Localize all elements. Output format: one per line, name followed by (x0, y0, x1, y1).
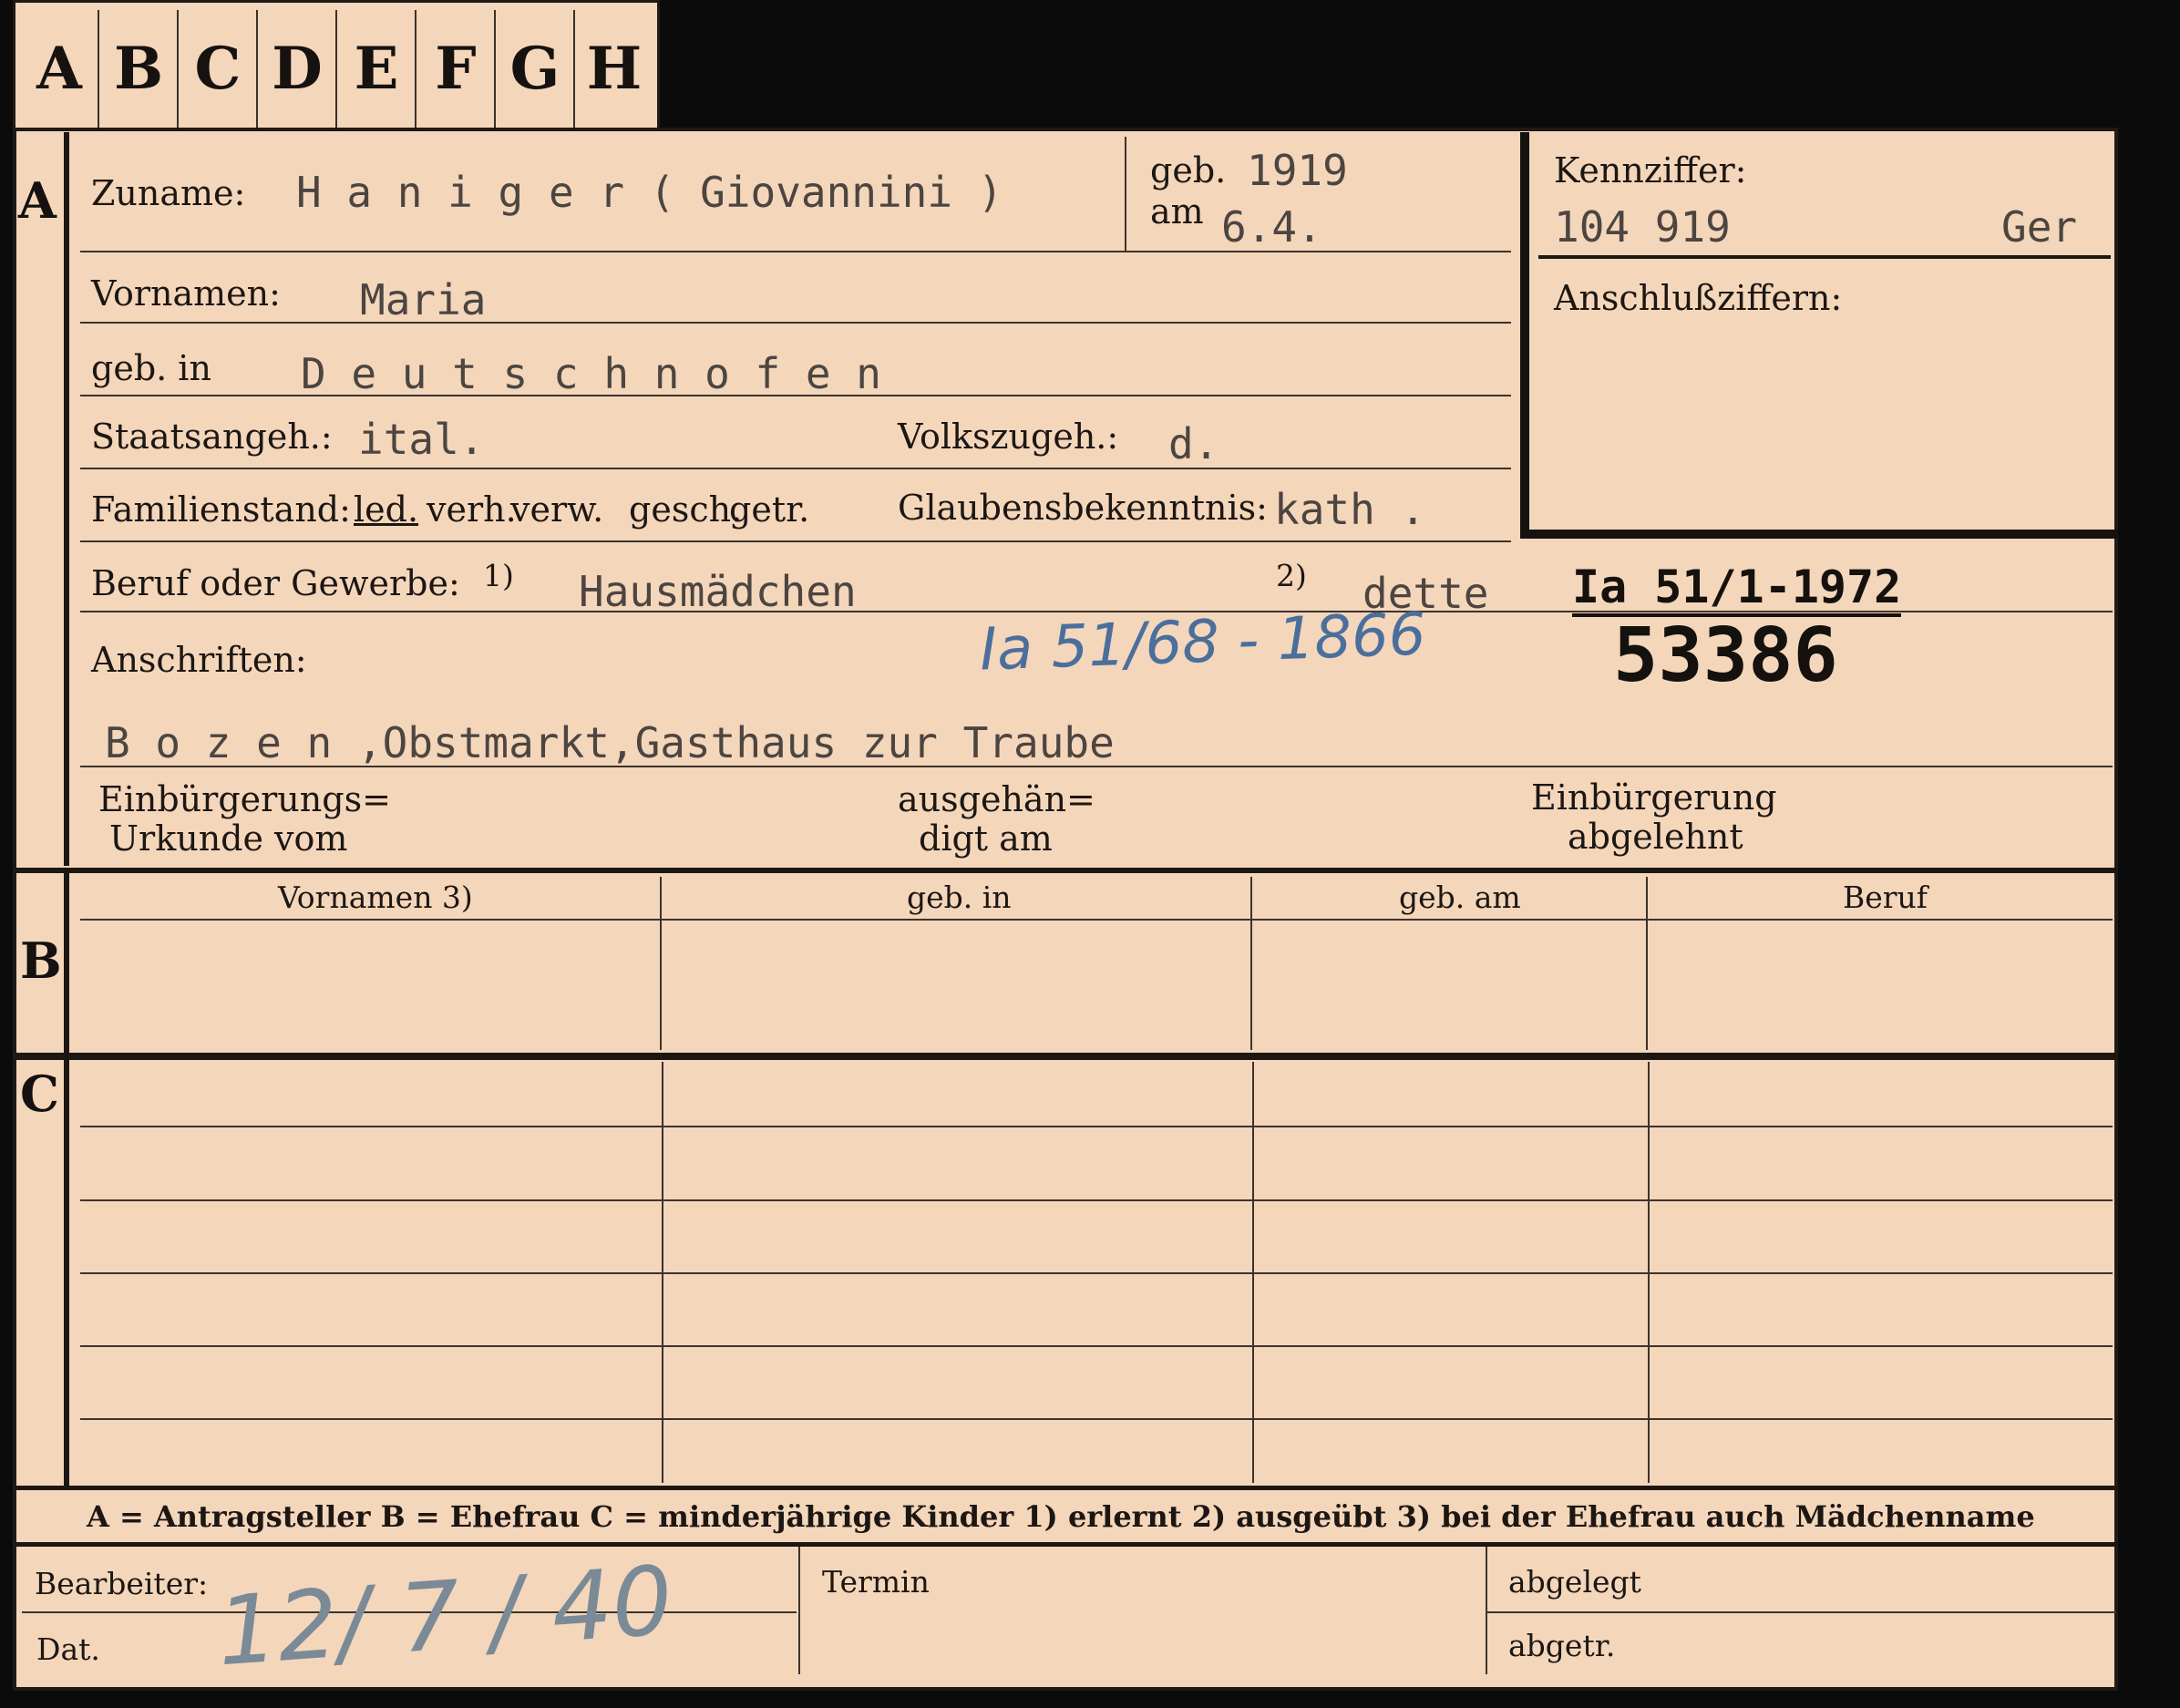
tab-a[interactable]: A (21, 10, 99, 129)
legend-top-rule (16, 1486, 2117, 1490)
rule-familien (80, 540, 1511, 542)
am-label: am (1150, 191, 1204, 232)
glauben-label: Glaubensbekenntnis: (898, 488, 1268, 528)
table-header-gebin: geb. in (907, 880, 1012, 915)
table-col-divider-b3 (1646, 877, 1648, 1050)
zuname-label: Zuname: (91, 173, 246, 213)
tab-c[interactable]: C (180, 10, 258, 129)
vornamen-label: Vornamen: (91, 273, 281, 314)
einbuergerung-urkunde-label-2: Urkunde vom (109, 818, 348, 859)
tab-b[interactable]: B (100, 10, 179, 129)
section-label-c: C (20, 1065, 59, 1123)
register-number-stamp: 53386 (1613, 612, 1838, 699)
am-value: 6.4. (1221, 202, 1322, 252)
section-b-divider (64, 870, 69, 1053)
file-reference-stamp: Ia 51/1-1972 (1572, 561, 1902, 617)
gebin-value: D e u t s c h n o f e n (301, 349, 881, 398)
table-row-rule-3 (80, 1272, 2113, 1274)
tab-f[interactable]: F (417, 10, 496, 129)
familien-option-verh: verh. (427, 489, 517, 530)
familien-label: Familienstand: (91, 489, 351, 530)
bearbeiter-label: Bearbeiter: (35, 1566, 209, 1601)
table-header-beruf: Beruf (1843, 880, 1928, 915)
table-row-rule-5 (80, 1418, 2113, 1420)
geb-label: geb. (1150, 150, 1227, 190)
familien-option-verw: verw. (510, 489, 604, 530)
table-header-rule (80, 919, 2113, 921)
tab-e[interactable]: E (338, 10, 416, 129)
beruf-footnote-1: 1) (483, 558, 514, 593)
abgetr-label: abgetr. (1508, 1628, 1616, 1663)
familien-option-led: led. (354, 489, 419, 530)
rule-staats (80, 468, 1511, 469)
anschriften-value: B o z e n ,Obstmarkt,Gasthaus zur Traube (105, 718, 1115, 767)
table-col-divider-b2 (1250, 877, 1252, 1050)
beruf-label: Beruf oder Gewerbe: (91, 563, 460, 603)
volks-value: d. (1168, 419, 1219, 468)
anschriften-label: Anschriften: (91, 640, 307, 680)
rule-vornamen (80, 322, 1511, 324)
table-row-rule-2 (80, 1199, 2113, 1201)
abgelegt-rule (1487, 1611, 2116, 1613)
volks-label: Volkszugeh.: (898, 417, 1119, 457)
zuname-value: H a n i g e r ( Giovannini ) (296, 168, 1003, 217)
section-label-b: B (20, 931, 62, 990)
staats-value: ital. (358, 415, 485, 464)
tab-d[interactable]: D (259, 10, 337, 129)
table-header-vornamen: Vornamen 3) (278, 880, 473, 915)
rule-anschriften (80, 766, 2113, 767)
familien-option-getr: getr. (729, 489, 810, 530)
geb-divider (1125, 137, 1126, 251)
anschluss-label: Anschlußziffern: (1554, 278, 1843, 318)
ausgehaendigt-label-1: ausgehän= (898, 779, 1095, 819)
abgelehnt-label-1: Einbürgerung (1531, 777, 1777, 818)
section-a-divider (64, 132, 69, 866)
abgelehnt-label-2: abgelehnt (1568, 817, 1743, 857)
termin-label: Termin (822, 1564, 930, 1600)
glauben-value: kath . (1274, 485, 1426, 534)
kennziffer-box (1520, 132, 2118, 539)
footer-divider-2 (1486, 1547, 1487, 1674)
vornamen-value: Maria (360, 275, 487, 324)
einbuergerung-urkunde-label-1: Einbürgerungs= (98, 779, 391, 819)
rule-zuname (80, 251, 1511, 252)
tab-h[interactable]: H (576, 10, 653, 129)
dat-label: Dat. (36, 1631, 100, 1667)
table-row-rule-4 (80, 1345, 2113, 1347)
table-row-rule-1 (80, 1126, 2113, 1127)
section-c-top-rule (16, 1053, 2117, 1060)
footer-divider-1 (798, 1547, 800, 1674)
tab-g[interactable]: G (497, 10, 575, 129)
gebin-label: geb. in (91, 348, 211, 388)
ausgehaendigt-label-2: digt am (919, 818, 1053, 859)
legend-bottom-rule (16, 1542, 2117, 1547)
table-col-divider-b1 (660, 877, 662, 1050)
beruf-value: Hausmädchen (579, 567, 857, 616)
section-label-a: A (18, 171, 57, 230)
staats-label: Staatsangeh.: (91, 417, 333, 457)
abgelegt-label: abgelegt (1508, 1564, 1641, 1600)
table-header-gebam: geb. am (1399, 880, 1521, 915)
kennziffer-rule (1538, 255, 2111, 259)
beruf-footnote-2: 2) (1276, 558, 1307, 593)
familien-option-gesch: gesch. (629, 489, 743, 530)
legend-text: A = Antragsteller B = Ehefrau C = minder… (87, 1499, 2035, 1534)
section-b-top-rule (16, 868, 2117, 873)
kennziffer-suffix: Ger (2001, 202, 2078, 252)
geb-year-value: 1919 (1247, 146, 1348, 195)
alphabet-tab-strip: A B C D E F G H (13, 0, 660, 132)
section-c-divider (64, 1057, 69, 1486)
kennziffer-value: 104 919 (1554, 202, 1731, 252)
rule-gebin (80, 395, 1511, 396)
kennziffer-label: Kennziffer: (1554, 150, 1747, 190)
